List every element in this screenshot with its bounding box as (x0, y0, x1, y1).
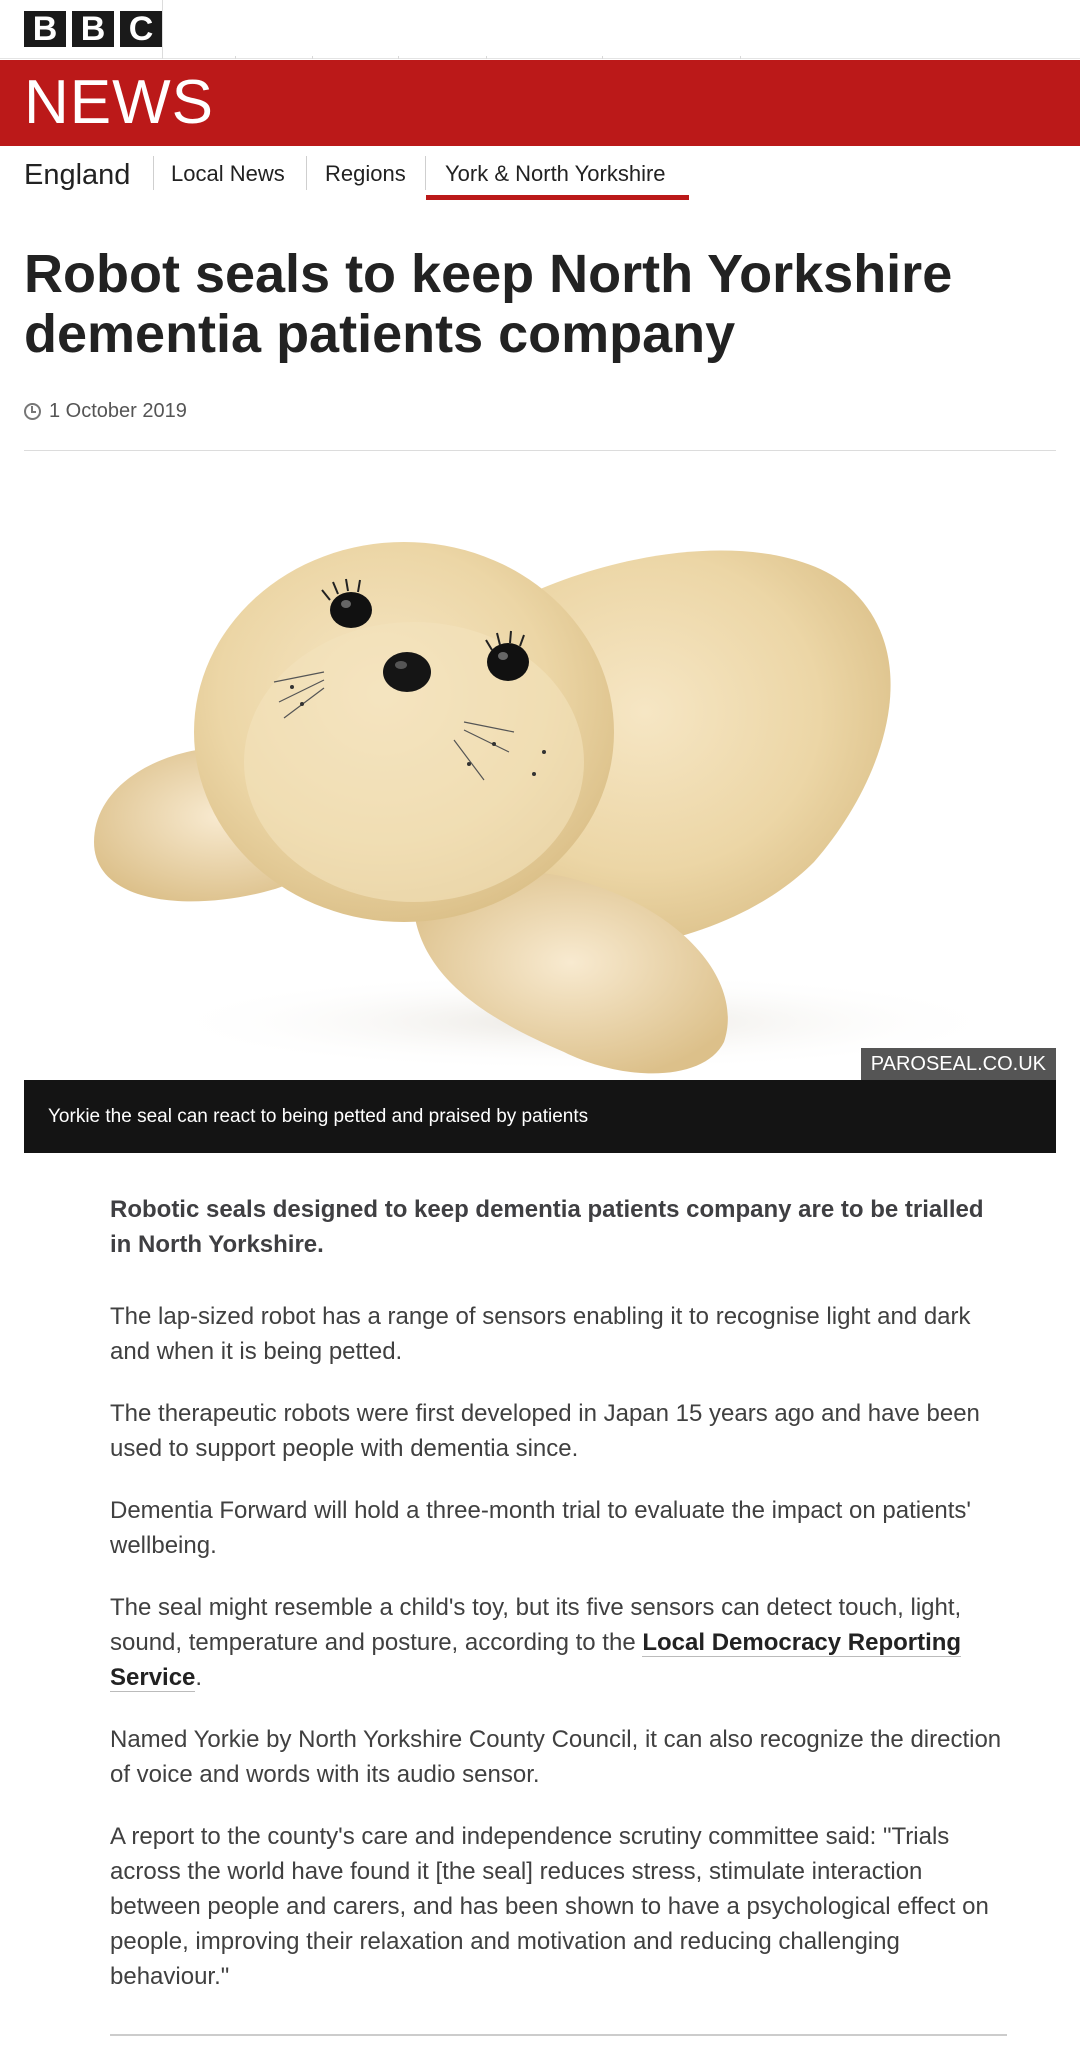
topbar-divider (740, 56, 741, 59)
topbar-divider (162, 0, 163, 59)
clock-icon (24, 403, 41, 420)
article-intro: Robotic seals designed to keep dementia … (110, 1196, 984, 1258)
article-paragraph: The seal might resemble a child's toy, b… (110, 1590, 1010, 1695)
nav-england[interactable]: England (24, 158, 130, 192)
active-tab-indicator (426, 195, 689, 200)
article-paragraph: A report to the county's care and indepe… (110, 1823, 989, 1990)
nav-separator (306, 156, 307, 190)
bbc-logo-letter: B (72, 11, 114, 47)
topbar-divider (235, 56, 236, 59)
paragraph-text: . (195, 1664, 203, 1691)
news-banner: NEWS (0, 60, 1080, 146)
bbc-logo-letter: B (24, 11, 66, 47)
bbc-logo[interactable]: B B C (24, 11, 162, 47)
article-date: 1 October 2019 (24, 400, 187, 423)
image-credit: PAROSEAL.CO.UK (860, 1048, 1056, 1080)
date-text: 1 October 2019 (49, 400, 187, 422)
divider (24, 450, 1056, 451)
topbar-divider (602, 56, 603, 59)
topbar-divider (312, 56, 313, 59)
section-nav: England Local News Regions York & North … (0, 146, 1080, 204)
news-home-link[interactable]: NEWS (24, 70, 214, 136)
article-paragraph: Named Yorkie by North Yorkshire County C… (110, 1726, 1002, 1788)
nav-regions[interactable]: Regions (325, 160, 406, 188)
nav-separator (425, 156, 426, 190)
nav-local-news[interactable]: Local News (171, 160, 285, 188)
article-paragraph: The lap-sized robot has a range of senso… (110, 1303, 971, 1365)
hero-image: PAROSEAL.CO.UK (24, 482, 1056, 1080)
topbar-divider (486, 56, 487, 59)
divider (110, 2034, 1007, 2036)
article-paragraph: Dementia Forward will hold a three-month… (110, 1497, 972, 1559)
topbar-divider (398, 56, 399, 59)
article-paragraph: The therapeutic robots were first develo… (110, 1400, 980, 1462)
robot-seal-image (94, 542, 1014, 1074)
bbc-logo-letter: C (120, 11, 162, 47)
article-headline: Robot seals to keep North Yorkshire deme… (24, 244, 953, 364)
article-body: Robotic seals designed to keep dementia … (110, 1192, 1010, 2021)
image-caption: Yorkie the seal can react to being pette… (24, 1080, 1056, 1153)
nav-separator (153, 156, 154, 190)
top-bar: B B C (0, 0, 1080, 59)
nav-york-north-yorkshire[interactable]: York & North Yorkshire (445, 160, 666, 188)
